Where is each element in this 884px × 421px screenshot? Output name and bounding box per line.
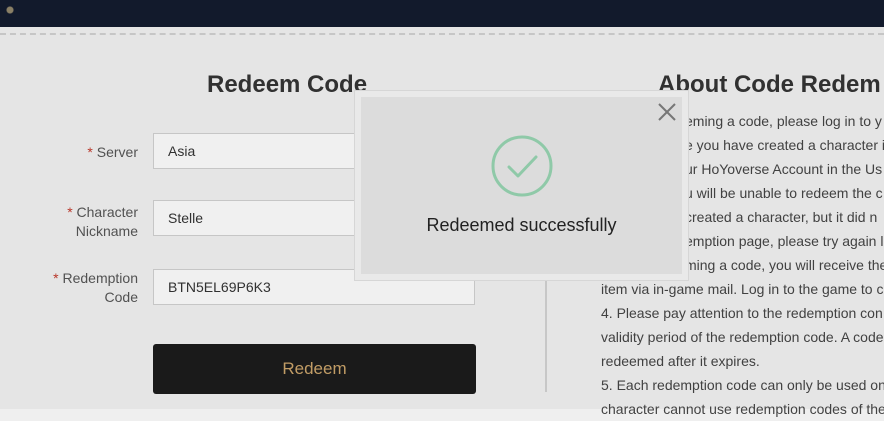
check-circle-icon <box>491 135 553 197</box>
success-dialog: Redeemed successfully <box>355 91 688 280</box>
close-icon[interactable] <box>656 101 678 123</box>
success-message: Redeemed successfully <box>426 215 617 235</box>
top-banner <box>0 0 884 27</box>
